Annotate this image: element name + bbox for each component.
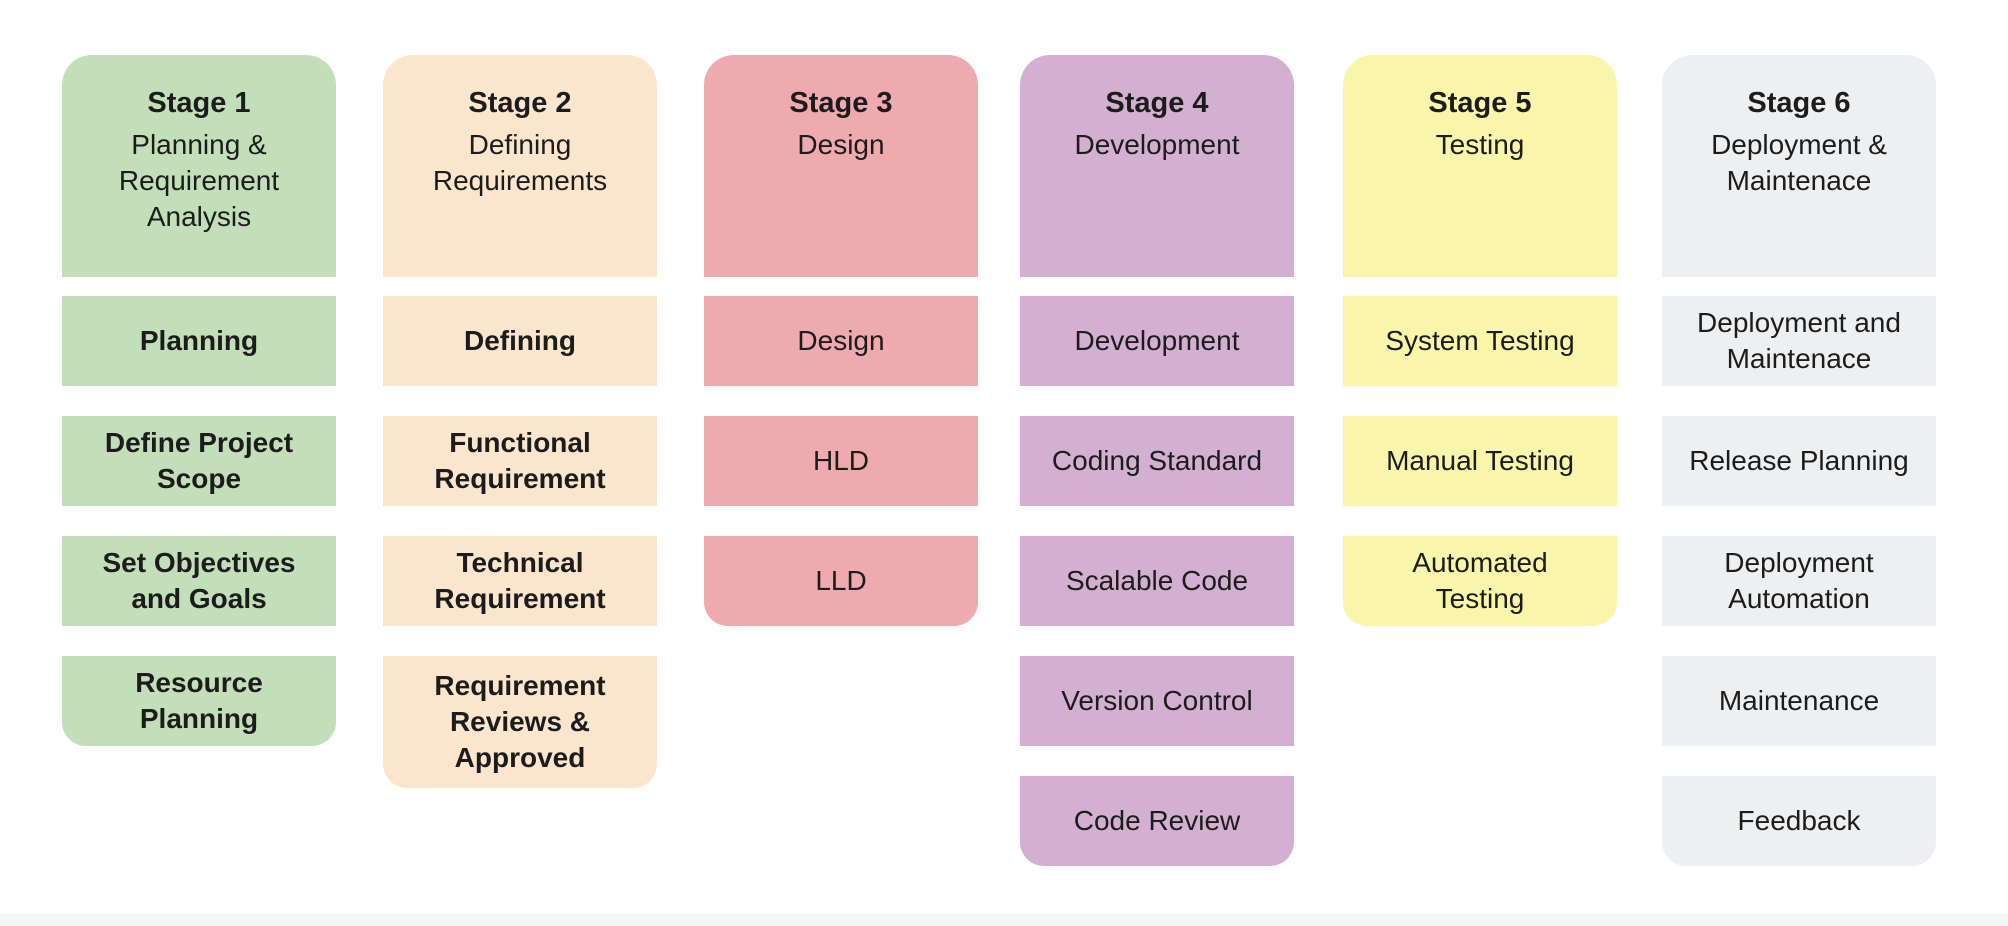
stage-task-item: Manual Testing: [1343, 416, 1617, 506]
stage-title: Deployment & Maintenace: [1711, 129, 1887, 196]
stage-number: Stage 4: [1105, 87, 1209, 119]
stage-task-item: Resource Planning: [62, 656, 336, 746]
stage-task-label: Defining: [464, 325, 576, 356]
stage-column-3: Stage 3 Design Design HLD LLD: [704, 55, 978, 626]
stage-task-label: Maintenance: [1718, 685, 1880, 716]
stage-task-item: Release Planning: [1662, 416, 1936, 506]
stage-task-label: Technical Requirement: [434, 547, 606, 614]
stage-column-5: Stage 5 Testing System Testing Manual Testi…: [1343, 55, 1617, 626]
stage-header: Stage 1 Planning & Requirement Analysis: [62, 55, 336, 277]
stage-task-label: Coding Standard: [1051, 445, 1263, 476]
stage-task-label: Define Project Scope: [104, 427, 294, 494]
stage-column-1: Stage 1 Planning & Requirement Analysis Pl…: [62, 55, 336, 746]
stage-task-label: Release Planning: [1689, 445, 1909, 476]
stage-task-item: Development: [1020, 296, 1294, 386]
stage-task-label: Feedback: [1737, 805, 1861, 836]
stage-number: Stage 2: [468, 87, 572, 119]
stage-task-item: Deployment and Maintenace: [1662, 296, 1936, 386]
stage-task-label: HLD: [812, 445, 869, 476]
stage-number: Stage 1: [147, 87, 251, 119]
stage-task-label: System Testing: [1385, 325, 1575, 356]
stage-task-item: LLD: [704, 536, 978, 626]
stage-header: Stage 6 Deployment & Maintenace: [1662, 55, 1936, 277]
stage-task-label: Manual Testing: [1386, 445, 1574, 476]
stage-number: Stage 5: [1428, 87, 1532, 119]
stage-header: Stage 2 Defining Requirements: [383, 55, 657, 277]
stage-task-label: Resource Planning: [135, 667, 263, 734]
stage-task-label: LLD: [815, 565, 867, 596]
stage-title: Development: [1074, 129, 1240, 160]
stage-title: Defining Requirements: [432, 129, 608, 196]
bottom-band: [0, 914, 2008, 926]
stage-task-label: Scalable Code: [1065, 565, 1249, 596]
stage-header: Stage 4 Development: [1020, 55, 1294, 277]
stage-task-item: Defining: [383, 296, 657, 386]
stage-task-label: Deployment Automation: [1724, 547, 1874, 614]
stage-task-label: Functional Requirement: [434, 427, 606, 494]
stage-task-label: Deployment and Maintenace: [1697, 307, 1901, 374]
stage-task-label: Version Control: [1061, 685, 1253, 716]
stage-header: Stage 5 Testing: [1343, 55, 1617, 277]
stage-column-2: Stage 2 Defining Requirements Defining Func…: [383, 55, 657, 788]
stage-task-label: Planning: [139, 325, 259, 356]
stage-task-item: Version Control: [1020, 656, 1294, 746]
stage-task-item: System Testing: [1343, 296, 1617, 386]
stage-number: Stage 3: [789, 87, 893, 119]
stage-task-label: Set Objectives and Goals: [102, 547, 296, 614]
stage-task-item: Requirement Reviews & Approved: [383, 656, 657, 788]
stage-task-label: Requirement Reviews & Approved: [434, 670, 606, 773]
stage-task-item: Scalable Code: [1020, 536, 1294, 626]
stage-number: Stage 6: [1747, 87, 1851, 119]
stage-task-label: Development: [1074, 325, 1240, 356]
stage-task-item: Design: [704, 296, 978, 386]
stage-task-label: Design: [797, 325, 885, 356]
stage-task-label: Automated Testing: [1412, 547, 1548, 614]
stage-title: Design: [797, 129, 885, 160]
stage-task-item: Functional Requirement: [383, 416, 657, 506]
stage-task-item: Set Objectives and Goals: [62, 536, 336, 626]
stage-title: Planning & Requirement Analysis: [118, 129, 280, 232]
stage-title: Testing: [1435, 129, 1525, 160]
stage-task-item: HLD: [704, 416, 978, 506]
stage-task-item: Planning: [62, 296, 336, 386]
stage-task-item: Define Project Scope: [62, 416, 336, 506]
stage-task-item: Code Review: [1020, 776, 1294, 866]
stage-column-4: Stage 4 Development Development Coding Stan…: [1020, 55, 1294, 866]
stage-task-item: Coding Standard: [1020, 416, 1294, 506]
stage-column-6: Stage 6 Deployment & Maintenace Deployment…: [1662, 55, 1936, 866]
stage-task-item: Deployment Automation: [1662, 536, 1936, 626]
stage-header: Stage 3 Design: [704, 55, 978, 277]
stage-task-item: Technical Requirement: [383, 536, 657, 626]
stage-task-item: Automated Testing: [1343, 536, 1617, 626]
stage-task-item: Feedback: [1662, 776, 1936, 866]
stage-task-item: Maintenance: [1662, 656, 1936, 746]
stage-task-label: Code Review: [1073, 805, 1241, 836]
